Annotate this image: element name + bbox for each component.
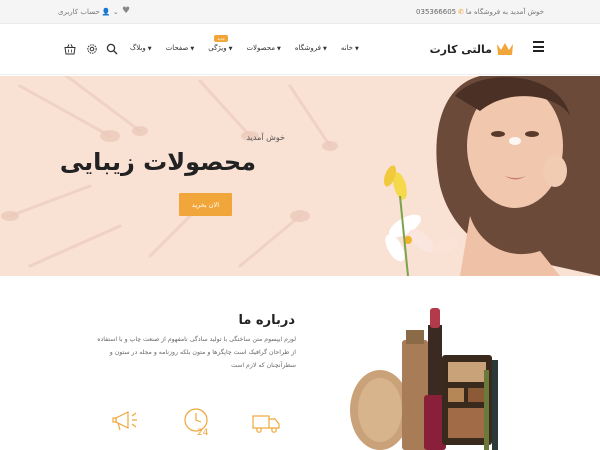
- user-icon: 👤: [101, 8, 111, 16]
- wishlist-heart-icon[interactable]: ♥: [122, 6, 130, 16]
- crown-logo-icon: [497, 43, 513, 55]
- chevron-down-icon: ⌄: [112, 8, 119, 16]
- hero-title: محصولات زیبایی: [59, 148, 256, 176]
- phone-icon: ✆: [458, 8, 464, 16]
- top-bar: خوش آمدید به فروشگاه ما 035366605 ✆ حساب …: [0, 0, 600, 24]
- nav-item-products[interactable]: محصولات ▼: [246, 44, 280, 52]
- about-body-text: لورم ایپسوم متن ساختگی با تولید سادگی نا…: [97, 336, 296, 369]
- nav-item-home[interactable]: خانه ▼: [341, 44, 359, 52]
- hero-banner: خوش آمدید محصولات زیبایی الان بخرید: [0, 76, 600, 276]
- megaphone-icon: [112, 411, 137, 431]
- about-title: درباره ما: [238, 313, 295, 328]
- nav-item-pages[interactable]: صفحات ▼: [166, 44, 195, 52]
- main-nav: خانه ▼ فروشگاه ▼ محصولات ▼ جدید ویژگی ▼ صفحات…: [130, 35, 359, 52]
- logo-text: مالتی کارت: [429, 42, 492, 56]
- shopping-basket-icon[interactable]: [64, 43, 76, 55]
- cosmetics-products-image: [350, 308, 498, 450]
- settings-gear-icon[interactable]: [86, 43, 98, 55]
- account-link[interactable]: حساب کاربری 👤 ⌄: [58, 8, 119, 16]
- phone-number[interactable]: 035366605 ✆: [416, 8, 464, 16]
- new-badge: جدید: [214, 35, 229, 42]
- delivery-truck-icon: [252, 415, 280, 433]
- search-icon[interactable]: [106, 43, 118, 55]
- site-logo[interactable]: مالتی کارت: [430, 38, 514, 60]
- welcome-text: خوش آمدید به فروشگاه ما: [465, 8, 544, 16]
- hamburger-menu-icon[interactable]: [533, 41, 544, 52]
- nav-item-blog[interactable]: وبلاگ ▼: [130, 44, 152, 52]
- makeup-brushes-background: [1, 76, 338, 268]
- hero-welcome-text: خوش آمدید: [246, 133, 285, 142]
- main-header: مالتی کارت خانه ▼ فروشگاه ▼ محصولات ▼ جدید و…: [0, 24, 600, 75]
- support-24-icon: 24: [184, 408, 209, 438]
- nav-item-shop[interactable]: فروشگاه ▼: [295, 44, 327, 52]
- svg-text:24: 24: [197, 428, 209, 438]
- nav-item-features[interactable]: جدید ویژگی ▼: [208, 35, 232, 52]
- model-with-flowers-image: [383, 76, 600, 276]
- shop-now-button[interactable]: الان بخرید: [179, 193, 232, 216]
